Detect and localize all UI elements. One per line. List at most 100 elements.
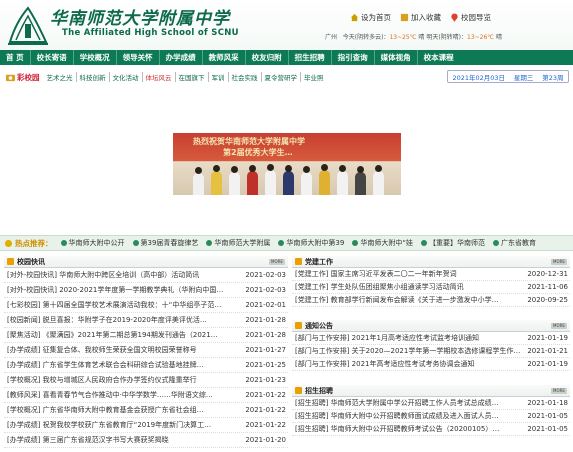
campus-link-military[interactable]: 军训 xyxy=(209,72,229,82)
nav-home[interactable]: 首 页 xyxy=(0,50,31,65)
nav-curriculum[interactable]: 校本课程 xyxy=(418,50,460,65)
weather-city: 广州 xyxy=(325,34,338,41)
campus-link-culture[interactable]: 文化活动 xyxy=(110,72,143,82)
news-row[interactable]: [部门与工作安排] 关于2020—2021学年第一学期校本选修课程学生作… 202… xyxy=(292,345,570,358)
news-row[interactable]: [教师风采] 喜看青春节气合作推动中‧中华学数学……华附语文综… 2021-01-… xyxy=(4,388,288,403)
news-row[interactable]: [办学成绩] 第三届广东省规范汉字书写大赛获奖揭晓 2021-01-20 xyxy=(4,433,288,448)
news-row[interactable]: [党建工作] 教育部学行新闻发布会解读《关于进一步激发中小学… 2020-09-2… xyxy=(292,294,570,307)
news-date: 2021-01-27 xyxy=(245,346,286,354)
top-links: 设为首页 加入收藏 校园导览 xyxy=(350,12,491,23)
hot-item[interactable]: 【重要】华南师范 xyxy=(420,238,485,248)
notices-panel: 通知公告 MORE [部门与工作安排] 2021年1月高考适应性考试监考培训通知… xyxy=(292,320,570,371)
nav-alumni[interactable]: 校友归附 xyxy=(246,50,289,65)
photo-person xyxy=(355,166,366,195)
news-row[interactable]: [招生招聘] 华南师大附中公开招聘教师考试公告（20200105）… 2021-0… xyxy=(292,423,570,436)
add-favorite-link[interactable]: 加入收藏 xyxy=(400,12,441,23)
news-title: [招生招聘] 华南师大附中公开招聘教师面试成绩及进入面试人员… xyxy=(295,412,499,420)
news-row[interactable]: [七彩校园] 第十四届全国学校艺术展演活动我校：十“中华组亭子范… 2021-02… xyxy=(4,298,288,313)
camera-icon xyxy=(6,74,15,81)
hot-item[interactable]: 华南师大附中第39 xyxy=(278,238,344,248)
hot-item[interactable]: 广东省教育 xyxy=(492,238,536,248)
photo-person xyxy=(337,165,348,195)
news-date: 2021-01-05 xyxy=(527,412,568,420)
photo-person xyxy=(283,165,294,195)
more-button[interactable]: MORE xyxy=(551,258,567,265)
news-row[interactable]: [学校概况] 广东省华南师大附中教育基金会获授广东省社会组… 2021-01-22 xyxy=(4,403,288,418)
hot-item-text: 华南师大附中公开 xyxy=(68,239,125,247)
news-row[interactable]: [校园新闻] 脱旦喜报：华附学子在2019-2020年度评美评优活… 2021-0… xyxy=(4,313,288,328)
bullet-icon xyxy=(132,240,139,246)
bullet-icon xyxy=(492,240,499,246)
campus-link-practice[interactable]: 社会实践 xyxy=(229,72,262,82)
news-title: [党建工作] 教育部学行新闻发布会解读《关于进一步激发中小学… xyxy=(295,296,499,304)
more-button[interactable]: MORE xyxy=(551,387,567,394)
campus-link-summer-camp[interactable]: 夏令营研学 xyxy=(262,72,301,82)
news-title: [招生招聘] 华南师大附中公开招聘教师考试公告（20200105）… xyxy=(295,425,500,433)
news-row[interactable]: [招生招聘] 华南师范大学附属中学公开招聘工作人员考试总成绩… 2021-01-1… xyxy=(292,397,570,410)
news-row[interactable]: [聚焦活动] 《聚满园》2021年第二期总第194期发刊通告（2021… 2021… xyxy=(4,328,288,343)
recruitment-title: 招生招聘 xyxy=(305,386,333,395)
weather-tail: 晴 xyxy=(494,34,502,41)
news-date: 2021-01-25 xyxy=(245,361,286,369)
news-row[interactable]: [办学成绩] 征集复合体、我校师生荣获全国文明校园荣誉称号 2021-01-27 xyxy=(4,343,288,358)
nav-leadership-care[interactable]: 领导关怀 xyxy=(117,50,160,65)
news-date: 2021-01-22 xyxy=(245,391,286,399)
news-row[interactable]: [党建工作] 学生处队伍团组聚焦小组通读学习活动简讯 2021-11-06 xyxy=(292,281,570,294)
news-row[interactable]: [办学成绩] 祝贺我校学校获广东省教育厅“2019年度新门决算工… 2021-01… xyxy=(4,418,288,433)
hot-item[interactable]: 华南师大附中“娃 xyxy=(352,238,413,248)
campus-link-sports[interactable]: 体坛风云 xyxy=(143,72,176,82)
campus-subbar: 彩校园 艺术之光 科技创新 文化活动 体坛风云 在国旗下 军训 社会实践 夏令营… xyxy=(0,70,573,84)
campus-link-tech[interactable]: 科技创新 xyxy=(77,72,110,82)
campus-category-links: 艺术之光 科技创新 文化活动 体坛风云 在国旗下 军训 社会实践 夏令营研学 毕… xyxy=(44,72,327,82)
home-icon xyxy=(350,13,359,22)
set-homepage-link[interactable]: 设为首页 xyxy=(350,12,391,23)
weather-tomorrow-temp: 13~26℃ xyxy=(467,34,495,41)
news-row[interactable]: [对外-校园快讯] 2020-2021学年度第一学期教学典礼（华附向中国… 202… xyxy=(4,283,288,298)
weekday-text: 星期三 xyxy=(513,73,534,82)
bullet-icon xyxy=(352,240,359,246)
campus-news-panel: 校园快讯 MORE [对外-校园快讯] 华南师大附中跨区全培训（高中部）活动简讯… xyxy=(4,256,288,448)
news-row[interactable]: [部门与工作安排] 2021年高考适应性考试考务协调会通知 2021-01-19 xyxy=(292,358,570,371)
campus-tour-link[interactable]: 校园导览 xyxy=(450,12,491,23)
nav-teachers[interactable]: 教师风采 xyxy=(203,50,246,65)
nav-school-overview[interactable]: 学校概况 xyxy=(74,50,117,65)
news-row[interactable]: [办学成绩] 广东省学生体育艺术联合会科研综合试验基地挂牌… 2021-01-25 xyxy=(4,358,288,373)
photo-person xyxy=(373,165,384,195)
news-title: [对外-校园快讯] 2020-2021学年度第一学期教学典礼（华附向中国… xyxy=(7,286,224,294)
notices-header: 通知公告 MORE xyxy=(292,320,570,332)
bullet-icon xyxy=(420,240,427,246)
nav-admissions[interactable]: 招生招聘 xyxy=(289,50,332,65)
news-row[interactable]: [部门与工作安排] 2021年1月高考适应性考试监考培训通知 2021-01-19 xyxy=(292,332,570,345)
recruitment-header: 招生招聘 MORE xyxy=(292,385,570,397)
news-date: 2021-02-03 xyxy=(245,286,286,294)
location-icon xyxy=(451,13,458,22)
news-title: [党建工作] 学生处队伍团组聚焦小组通读学习活动简讯 xyxy=(295,283,464,291)
campus-link-art[interactable]: 艺术之光 xyxy=(44,72,77,82)
nav-media[interactable]: 媒体视角 xyxy=(375,50,418,65)
news-row[interactable]: [学校概况] 我校与增城区人民政府合作办学签约仪式隆重举行 2021-01-23 xyxy=(4,373,288,388)
more-button[interactable]: MORE xyxy=(269,258,285,265)
campus-photo-banner[interactable]: 热烈祝贺华南师范大学附属中学 第2届优秀大学生… xyxy=(173,133,401,195)
news-date: 2020-09-25 xyxy=(527,296,568,304)
campus-link-graduation[interactable]: 毕业照 xyxy=(301,72,327,82)
hot-item[interactable]: 第39届青春旋律艺 xyxy=(132,238,198,248)
nav-achievements[interactable]: 办学成绩 xyxy=(160,50,203,65)
hot-item[interactable]: 华南师大附中公开 xyxy=(60,238,125,248)
news-row[interactable]: [对外-校园快讯] 华南师大附中跨区全培训（高中部）活动简讯 2021-02-03 xyxy=(4,268,288,283)
hot-item[interactable]: 华南师范大学附属 xyxy=(206,238,270,248)
campus-link-flag[interactable]: 在国旗下 xyxy=(176,72,209,82)
bullet-icon xyxy=(206,240,213,246)
nav-principal-message[interactable]: 校长寄语 xyxy=(31,50,74,65)
week-number: 第23周 xyxy=(542,73,564,82)
news-row[interactable]: [招生招聘] 华南师大附中公开招聘教师面试成绩及进入面试人员… 2021-01-0… xyxy=(292,410,570,423)
more-button[interactable]: MORE xyxy=(551,322,567,329)
news-date: 2021-11-06 xyxy=(527,283,568,291)
news-row[interactable]: [党建工作] 国家主席习近平发表二〇二一年新年贺词 2020-12-31 xyxy=(292,268,570,281)
news-title: [招生招聘] 华南师范大学附属中学公开招聘工作人员考试总成绩… xyxy=(295,399,499,407)
hot-item-text: 【重要】华南师范 xyxy=(428,239,485,247)
hot-recommend-text: 热点推荐： xyxy=(15,238,53,248)
news-date: 2021-01-22 xyxy=(245,421,286,429)
nav-guide[interactable]: 指引查询 xyxy=(332,50,375,65)
news-date: 2020-12-31 xyxy=(527,270,568,278)
notices-title: 通知公告 xyxy=(305,321,333,330)
